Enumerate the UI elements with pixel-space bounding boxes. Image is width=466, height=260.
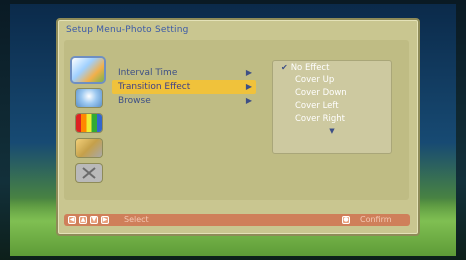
option-label: No Effect	[290, 63, 330, 73]
confirm-hint: Confirm	[360, 215, 392, 224]
panel-title: Setup Menu-Photo Setting	[66, 25, 189, 35]
option-label: Cover Up	[295, 75, 335, 85]
option-label: Cover Right	[295, 114, 345, 124]
checkmark-icon: ✔	[281, 63, 288, 72]
menu-item-label: Interval Time	[118, 68, 178, 78]
right-arrow-icon: ▶	[101, 216, 109, 224]
arrow-right-icon: ▶	[245, 96, 252, 105]
menu-item-transition-effect[interactable]: Transition Effect ▶	[112, 80, 256, 94]
arrow-right-icon: ▶	[245, 82, 252, 91]
menu-item-label: Browse	[118, 96, 151, 106]
menu-item-label: Transition Effect	[118, 82, 191, 92]
select-hint: Select	[124, 215, 149, 224]
photo-icon[interactable]	[72, 58, 104, 82]
exit-icon[interactable]	[76, 164, 102, 182]
globe-icon[interactable]	[76, 89, 102, 107]
option-label: Cover Down	[295, 88, 347, 98]
arrow-right-icon: ▶	[245, 68, 252, 77]
option-cover-up[interactable]: Cover Up	[273, 74, 391, 87]
color-bars-icon[interactable]	[76, 114, 102, 132]
tv-frame: Setup Menu-Photo Setting Interval Time ▶…	[0, 0, 466, 260]
tools-icon[interactable]	[76, 139, 102, 157]
menu-item-browse[interactable]: Browse ▶	[112, 94, 256, 108]
option-label: Cover Left	[295, 101, 339, 111]
close-icon	[82, 167, 96, 179]
option-no-effect[interactable]: ✔ No Effect	[273, 61, 391, 74]
ok-button-icon: ●	[342, 216, 350, 224]
left-arrow-icon: ◀	[68, 216, 76, 224]
option-cover-right[interactable]: Cover Right	[273, 113, 391, 126]
scroll-down-icon[interactable]: ▼	[273, 127, 391, 135]
sidebar-icons	[72, 58, 108, 189]
down-arrow-icon: ▼	[90, 216, 98, 224]
photo-setting-menu: Interval Time ▶ Transition Effect ▶ Brow…	[112, 66, 256, 108]
transition-effect-submenu: ✔ No Effect Cover Up Cover Down Cover Lef…	[272, 60, 392, 154]
menu-item-interval-time[interactable]: Interval Time ▶	[112, 66, 256, 80]
up-arrow-icon: ▲	[79, 216, 87, 224]
option-cover-down[interactable]: Cover Down	[273, 87, 391, 100]
option-cover-left[interactable]: Cover Left	[273, 100, 391, 113]
footer-bar: ◀ ▲ ▼ ▶ Select ● Confirm	[64, 214, 410, 226]
